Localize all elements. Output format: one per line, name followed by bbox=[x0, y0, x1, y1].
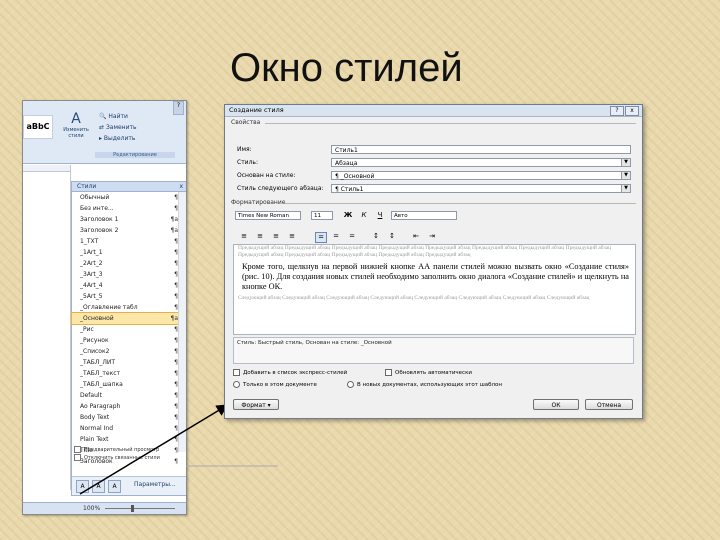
style-description: Стиль: Быстрый стиль, Основан на стиле: … bbox=[233, 337, 634, 364]
auto-update-checkbox[interactable]: Обновлять автоматически bbox=[385, 369, 472, 376]
add-quick-style-label: Добавить в список экспресс-стилей bbox=[243, 370, 348, 376]
chevron-down-icon: ▼ bbox=[621, 159, 630, 166]
format-button[interactable]: Формат ▾ bbox=[233, 399, 279, 410]
previous-paragraph-text: Предыдущий абзац Предыдущий абзац Предыд… bbox=[238, 245, 612, 258]
next-paragraph-text: Следующий абзац Следующий абзац Следующи… bbox=[238, 295, 590, 301]
name-value: Стиль1 bbox=[335, 147, 358, 154]
next-style-select[interactable]: ¶ Стиль1 ▼ bbox=[331, 184, 631, 193]
name-field[interactable]: Стиль1 bbox=[331, 145, 631, 154]
close-button[interactable]: x bbox=[625, 106, 639, 116]
based-on-select[interactable]: ¶ _Основной ▼ bbox=[331, 171, 631, 180]
dialog-titlebar: Создание стиля ? x bbox=[225, 105, 642, 117]
based-on-value: ¶ _Основной bbox=[335, 173, 375, 180]
justify-icon[interactable]: ≡ bbox=[287, 232, 297, 241]
next-style-label: Стиль следующего абзаца: bbox=[237, 185, 324, 192]
font-color-value: Авто bbox=[394, 213, 408, 219]
only-this-doc-radio[interactable]: Только в этом документе bbox=[233, 381, 317, 388]
only-this-doc-label: Только в этом документе bbox=[243, 382, 317, 388]
style-type-label: Стиль: bbox=[237, 159, 258, 166]
size-value: 11 bbox=[314, 213, 321, 219]
new-docs-label: В новых документах, использующих этот ша… bbox=[357, 382, 502, 388]
radio-icon bbox=[233, 381, 240, 388]
font-value: Times New Roman bbox=[238, 213, 289, 219]
radio-icon bbox=[347, 381, 354, 388]
properties-section-title: Свойства bbox=[231, 119, 261, 126]
ok-button[interactable]: ОК bbox=[533, 399, 579, 410]
size-select[interactable]: 11 bbox=[311, 211, 333, 220]
create-style-dialog: Создание стиля ? x Свойства Имя: Стиль1 … bbox=[224, 104, 643, 419]
checkbox-icon bbox=[385, 369, 392, 376]
font-color-select[interactable]: Авто bbox=[391, 211, 457, 220]
cancel-button[interactable]: Отмена bbox=[585, 399, 633, 410]
auto-update-label: Обновлять автоматически bbox=[395, 370, 472, 376]
decrease-indent-icon[interactable]: ⇤ bbox=[411, 232, 421, 241]
align-right-icon[interactable]: ≡ bbox=[271, 232, 281, 241]
help-button[interactable]: ? bbox=[610, 106, 624, 116]
align-left-icon[interactable]: ≡ bbox=[239, 232, 249, 241]
chevron-down-icon: ▼ bbox=[621, 185, 630, 192]
underline-button[interactable]: Ч bbox=[375, 211, 385, 220]
new-docs-radio[interactable]: В новых документах, использующих этот ша… bbox=[347, 381, 502, 388]
bold-button[interactable]: Ж bbox=[343, 211, 353, 220]
name-label: Имя: bbox=[237, 146, 252, 153]
double-spacing-icon[interactable]: = bbox=[347, 232, 357, 241]
add-quick-style-checkbox[interactable]: Добавить в список экспресс-стилей bbox=[233, 369, 347, 376]
style-type-value: Абзаца bbox=[335, 160, 358, 167]
one-half-spacing-icon[interactable]: = bbox=[331, 232, 341, 241]
chevron-down-icon: ▼ bbox=[621, 172, 630, 179]
style-preview: Предыдущий абзац Предыдущий абзац Предыд… bbox=[233, 244, 636, 335]
font-select[interactable]: Times New Roman bbox=[235, 211, 301, 220]
next-style-value: ¶ Стиль1 bbox=[335, 186, 364, 193]
dialog-title: Создание стиля bbox=[229, 106, 284, 114]
formatting-section-title: Форматирование bbox=[231, 199, 286, 206]
increase-indent-icon[interactable]: ⇥ bbox=[427, 232, 437, 241]
single-spacing-icon[interactable]: = bbox=[315, 232, 327, 243]
formatting-divider bbox=[285, 203, 636, 204]
properties-divider bbox=[265, 123, 636, 124]
sample-paragraph-text: Кроме того, щелкнув на первой нижней кно… bbox=[242, 262, 629, 291]
based-on-label: Основан на стиле: bbox=[237, 172, 296, 179]
space-after-icon[interactable]: ↕ bbox=[387, 232, 397, 241]
align-center-icon[interactable]: ≡ bbox=[255, 232, 265, 241]
space-before-icon[interactable]: ↕ bbox=[371, 232, 381, 241]
style-type-select[interactable]: Абзаца ▼ bbox=[331, 158, 631, 167]
checkbox-icon bbox=[233, 369, 240, 376]
italic-button[interactable]: К bbox=[359, 211, 369, 220]
